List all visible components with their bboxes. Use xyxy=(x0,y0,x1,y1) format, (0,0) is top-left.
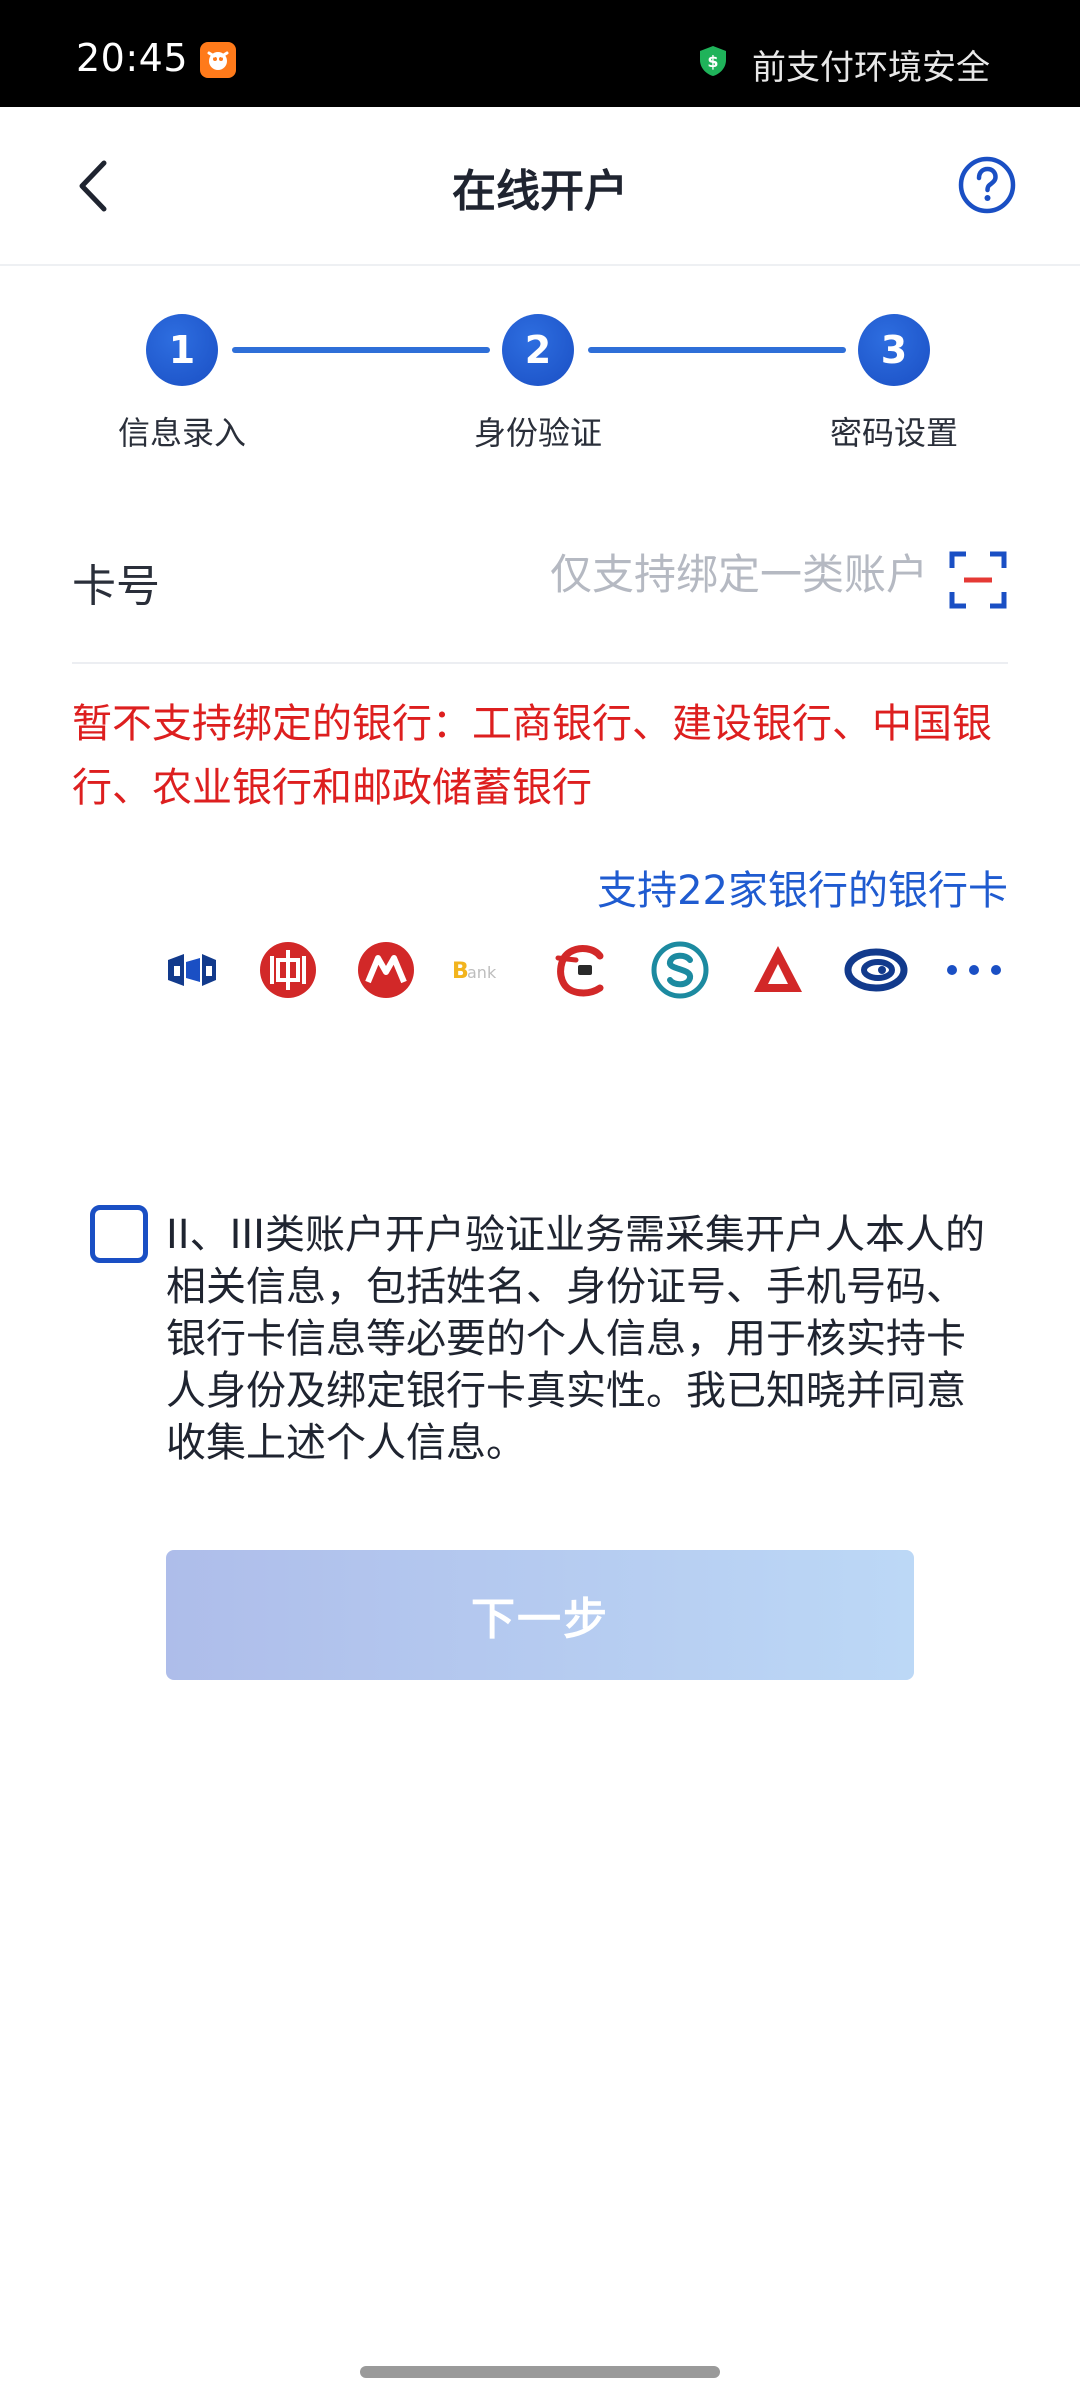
card-number-row: 卡号 xyxy=(72,530,1008,664)
bank-logo-list[interactable]: B ank xyxy=(160,938,1010,1006)
status-bar: 20:45 $ 前支付环境安全 xyxy=(0,0,1080,107)
step-2-circle: 2 xyxy=(502,314,574,386)
question-circle-icon[interactable] xyxy=(958,156,1016,214)
svg-text:$: $ xyxy=(707,52,718,71)
page-title: 在线开户 xyxy=(452,166,628,217)
home-indicator[interactable] xyxy=(360,2366,720,2378)
cgb-logo-icon xyxy=(555,945,604,997)
cmb-logo-icon xyxy=(358,942,414,998)
supported-banks-link[interactable]: 支持22家银行的银行卡 xyxy=(597,858,1008,916)
shield-icon: $ xyxy=(700,46,726,76)
scan-icon[interactable] xyxy=(948,550,1008,610)
stepper: 1 2 3 信息录入 身份验证 密码设置 xyxy=(0,300,1080,460)
svg-text:ank: ank xyxy=(467,963,497,982)
step-3-circle: 3 xyxy=(858,314,930,386)
status-time: 20:45 xyxy=(76,36,189,80)
spdb-logo-icon xyxy=(168,954,216,986)
shbank-logo-icon xyxy=(651,941,709,999)
step-connector xyxy=(588,347,846,353)
step-2-label: 身份验证 xyxy=(473,414,602,452)
consent-text: II、III类账户开户验证业务需采集开户人本人的相关信息，包括姓名、身份证号、手… xyxy=(166,1212,985,1466)
more-dots-icon[interactable] xyxy=(942,938,1006,1002)
bank-logo-icon: B ank xyxy=(452,959,497,984)
hxb-logo-icon xyxy=(844,948,908,992)
consent-checkbox[interactable] xyxy=(90,1205,148,1263)
citic-logo-icon xyxy=(260,942,316,998)
card-number-label: 卡号 xyxy=(72,561,160,612)
step-connector xyxy=(232,347,490,353)
unsupported-banks-warning: 暂不支持绑定的银行：工商银行、建设银行、中国银行、农业银行和邮政储蓄银行 xyxy=(72,701,992,811)
page: 20:45 $ 前支付环境安全 在线开户 1 2 3 信息录入 身份验证 密码设… xyxy=(0,0,1080,2400)
card-number-input[interactable] xyxy=(408,550,928,599)
payment-security-text: 前支付环境安全 xyxy=(752,48,990,88)
nav-header: 在线开户 xyxy=(0,107,1080,266)
step-1-circle: 1 xyxy=(146,314,218,386)
app-icon xyxy=(200,42,236,78)
next-step-button[interactable]: 下一步 xyxy=(166,1550,914,1680)
pingan-logo-icon xyxy=(754,946,802,992)
step-1-label: 信息录入 xyxy=(117,414,246,452)
step-3-label: 密码设置 xyxy=(829,414,958,452)
